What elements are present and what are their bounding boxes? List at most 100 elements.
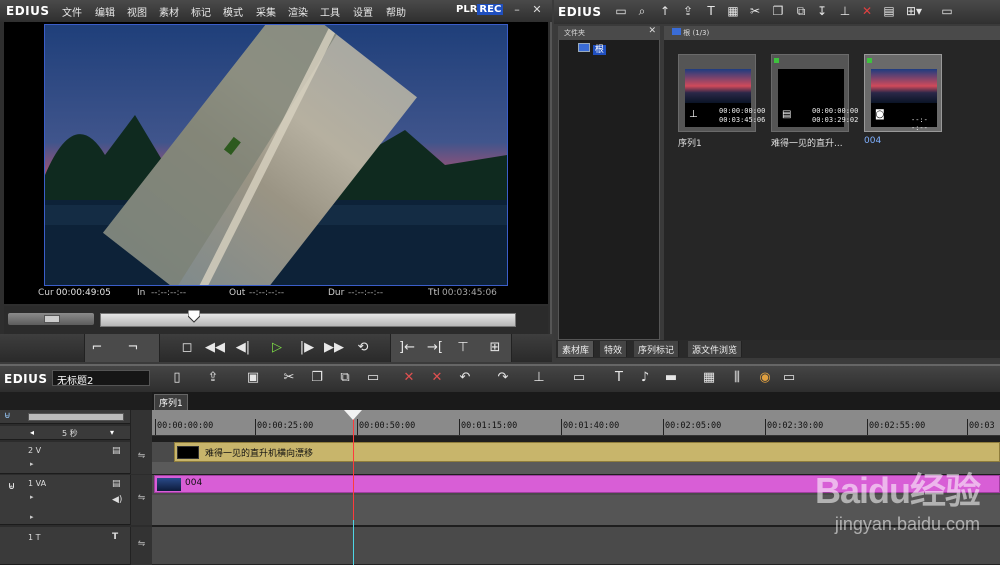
delete-icon[interactable]: ✕ [858, 4, 876, 18]
video-mute-icon[interactable]: ▤ [112, 446, 121, 456]
color-bar-icon[interactable]: ▦ [724, 4, 742, 18]
delete-icon[interactable]: ✕ [400, 370, 418, 385]
position-handle[interactable] [187, 309, 201, 323]
jog-handle[interactable] [44, 315, 60, 323]
add-to-timeline-icon[interactable]: ↧ [813, 4, 831, 18]
folder-icon[interactable]: ▭ [612, 4, 630, 18]
output-icon[interactable]: ⊞ [484, 340, 506, 355]
cut-icon[interactable]: ✂ [280, 370, 298, 385]
title-icon[interactable]: T [702, 4, 720, 18]
menu-mode[interactable]: 模式 [223, 4, 243, 19]
plr-label[interactable]: PLR [456, 4, 477, 15]
replace-icon[interactable]: ⊤ [452, 340, 474, 355]
ripple-delete-icon[interactable]: ✕ [428, 370, 446, 385]
step-forward-icon[interactable]: |▶ [296, 340, 318, 355]
loop-icon[interactable]: ⟲ [352, 340, 374, 355]
minimize-icon[interactable]: – [510, 4, 524, 18]
zoom-slider[interactable] [28, 413, 124, 421]
rewind-icon[interactable]: ◀◀ [204, 340, 226, 355]
layout-icon[interactable]: ▭ [780, 370, 798, 385]
magnet-icon[interactable]: ⊌ [4, 411, 11, 421]
zoom-dropdown-icon[interactable]: ▾ [110, 428, 114, 437]
title-icon[interactable]: T [610, 370, 628, 385]
track-label: 1 T [28, 533, 41, 542]
close-icon[interactable]: ✕ [530, 4, 544, 18]
menu-marker[interactable]: 标记 [191, 4, 211, 19]
menu-settings[interactable]: 设置 [353, 4, 373, 19]
play-icon[interactable]: ▷ [266, 340, 288, 355]
overwrite-timeline-icon[interactable]: ⊥ [836, 4, 854, 18]
vectorscope-icon[interactable]: ◉ [756, 370, 774, 385]
clip-item[interactable]: 00:00:00:00 00:03:45:06 ⊥ [678, 54, 765, 132]
import-icon[interactable]: ⇪ [679, 4, 697, 18]
title-track-icon[interactable]: T [112, 532, 118, 542]
sync-icon[interactable]: ▦ [700, 370, 718, 385]
jog-slider[interactable] [8, 313, 94, 325]
zoom-left-icon[interactable]: ◂ [30, 428, 34, 437]
save-icon[interactable]: ▣ [244, 370, 262, 385]
folder-header-label: 文件夹 [564, 29, 585, 37]
new-icon[interactable]: ▯ [168, 370, 186, 385]
overwrite-icon[interactable]: →[ [424, 340, 446, 355]
root-folder-label[interactable]: 根 [592, 45, 606, 55]
set-in-icon[interactable]: ⌐ [86, 340, 108, 355]
copy-icon[interactable]: ❐ [769, 4, 787, 18]
channel-map-icon[interactable]: ⇋ [130, 527, 152, 565]
menu-help[interactable]: 帮助 [386, 4, 406, 19]
menu-render[interactable]: 渲染 [288, 4, 308, 19]
cut-icon[interactable]: ✂ [746, 4, 764, 18]
up-folder-icon[interactable]: ↑ [656, 4, 674, 18]
channel-map-icon[interactable]: ⇋ [130, 475, 152, 525]
film-icon: ▤ [782, 109, 792, 120]
timeline-clip-video[interactable]: 难得一见的直升机横向漂移 [174, 442, 1000, 462]
replace-icon[interactable]: ▭ [364, 370, 382, 385]
render-icon[interactable]: ▬ [662, 370, 680, 385]
playhead-handle[interactable] [344, 410, 362, 420]
open-icon[interactable]: ⇪ [204, 370, 222, 385]
tab-sequence-markers[interactable]: 序列标记 [634, 341, 680, 357]
root-folder[interactable]: 根 [578, 42, 606, 55]
clip-item-selected[interactable]: --:--:-- ◙ [864, 54, 942, 132]
properties-icon[interactable]: ▤ [880, 4, 898, 18]
set-out-icon[interactable]: ¬ [122, 340, 144, 355]
video-mute-icon[interactable]: ▤ [112, 479, 121, 489]
settings-icon[interactable]: ▭ [938, 4, 956, 18]
fast-forward-icon[interactable]: ▶▶ [323, 340, 345, 355]
rec-label[interactable]: REC [477, 4, 504, 15]
tab-effects[interactable]: 特效 [600, 341, 628, 357]
folder-close-icon[interactable]: ✕ [648, 26, 656, 36]
set-marker-icon[interactable]: ⊥ [530, 370, 548, 385]
channel-map-icon[interactable]: ⇋ [130, 442, 152, 474]
expand-icon[interactable]: ▸ [30, 493, 34, 501]
tab-bin[interactable]: 素材库 [558, 341, 595, 357]
step-back-icon[interactable]: ◀| [232, 340, 254, 355]
menu-tools[interactable]: 工具 [320, 4, 340, 19]
expand-icon[interactable]: ▸ [30, 513, 34, 521]
paste-icon[interactable]: ⧉ [792, 4, 810, 19]
search-icon[interactable]: ⌕ [633, 4, 651, 19]
paste-icon[interactable]: ⧉ [336, 370, 354, 385]
copy-icon[interactable]: ❐ [308, 370, 326, 385]
sequence-tab[interactable]: 序列1 [154, 394, 188, 411]
plr-rec-toggle[interactable]: PLR REC [456, 4, 504, 15]
menu-edit[interactable]: 编辑 [95, 4, 115, 19]
microphone-icon[interactable]: ♪ [636, 370, 654, 385]
audio-icon[interactable]: ◀) [112, 495, 122, 505]
sync-lock-icon[interactable]: ⊌ [8, 481, 15, 492]
redo-icon[interactable]: ↷ [494, 370, 512, 385]
menu-clip[interactable]: 素材 [159, 4, 179, 19]
menu-capture[interactable]: 采集 [256, 4, 276, 19]
undo-icon[interactable]: ↶ [456, 370, 474, 385]
mixer-icon[interactable]: ⫼ [728, 370, 746, 385]
expand-icon[interactable]: ▸ [30, 460, 34, 468]
menu-file[interactable]: 文件 [62, 4, 82, 19]
ttl-label: Ttl [428, 288, 440, 298]
view-mode-icon[interactable]: ⊞▾ [905, 4, 923, 18]
split-icon[interactable]: ▭ [570, 370, 588, 385]
stop-icon[interactable]: ◻ [176, 340, 198, 355]
menu-view[interactable]: 视图 [127, 4, 147, 19]
insert-icon[interactable]: ]← [396, 340, 418, 355]
clip-item[interactable]: 00:00:00:00 00:03:29:02 ▤ [771, 54, 858, 132]
position-slider[interactable] [100, 313, 516, 327]
tab-source-browser[interactable]: 源文件浏览 [688, 341, 743, 357]
